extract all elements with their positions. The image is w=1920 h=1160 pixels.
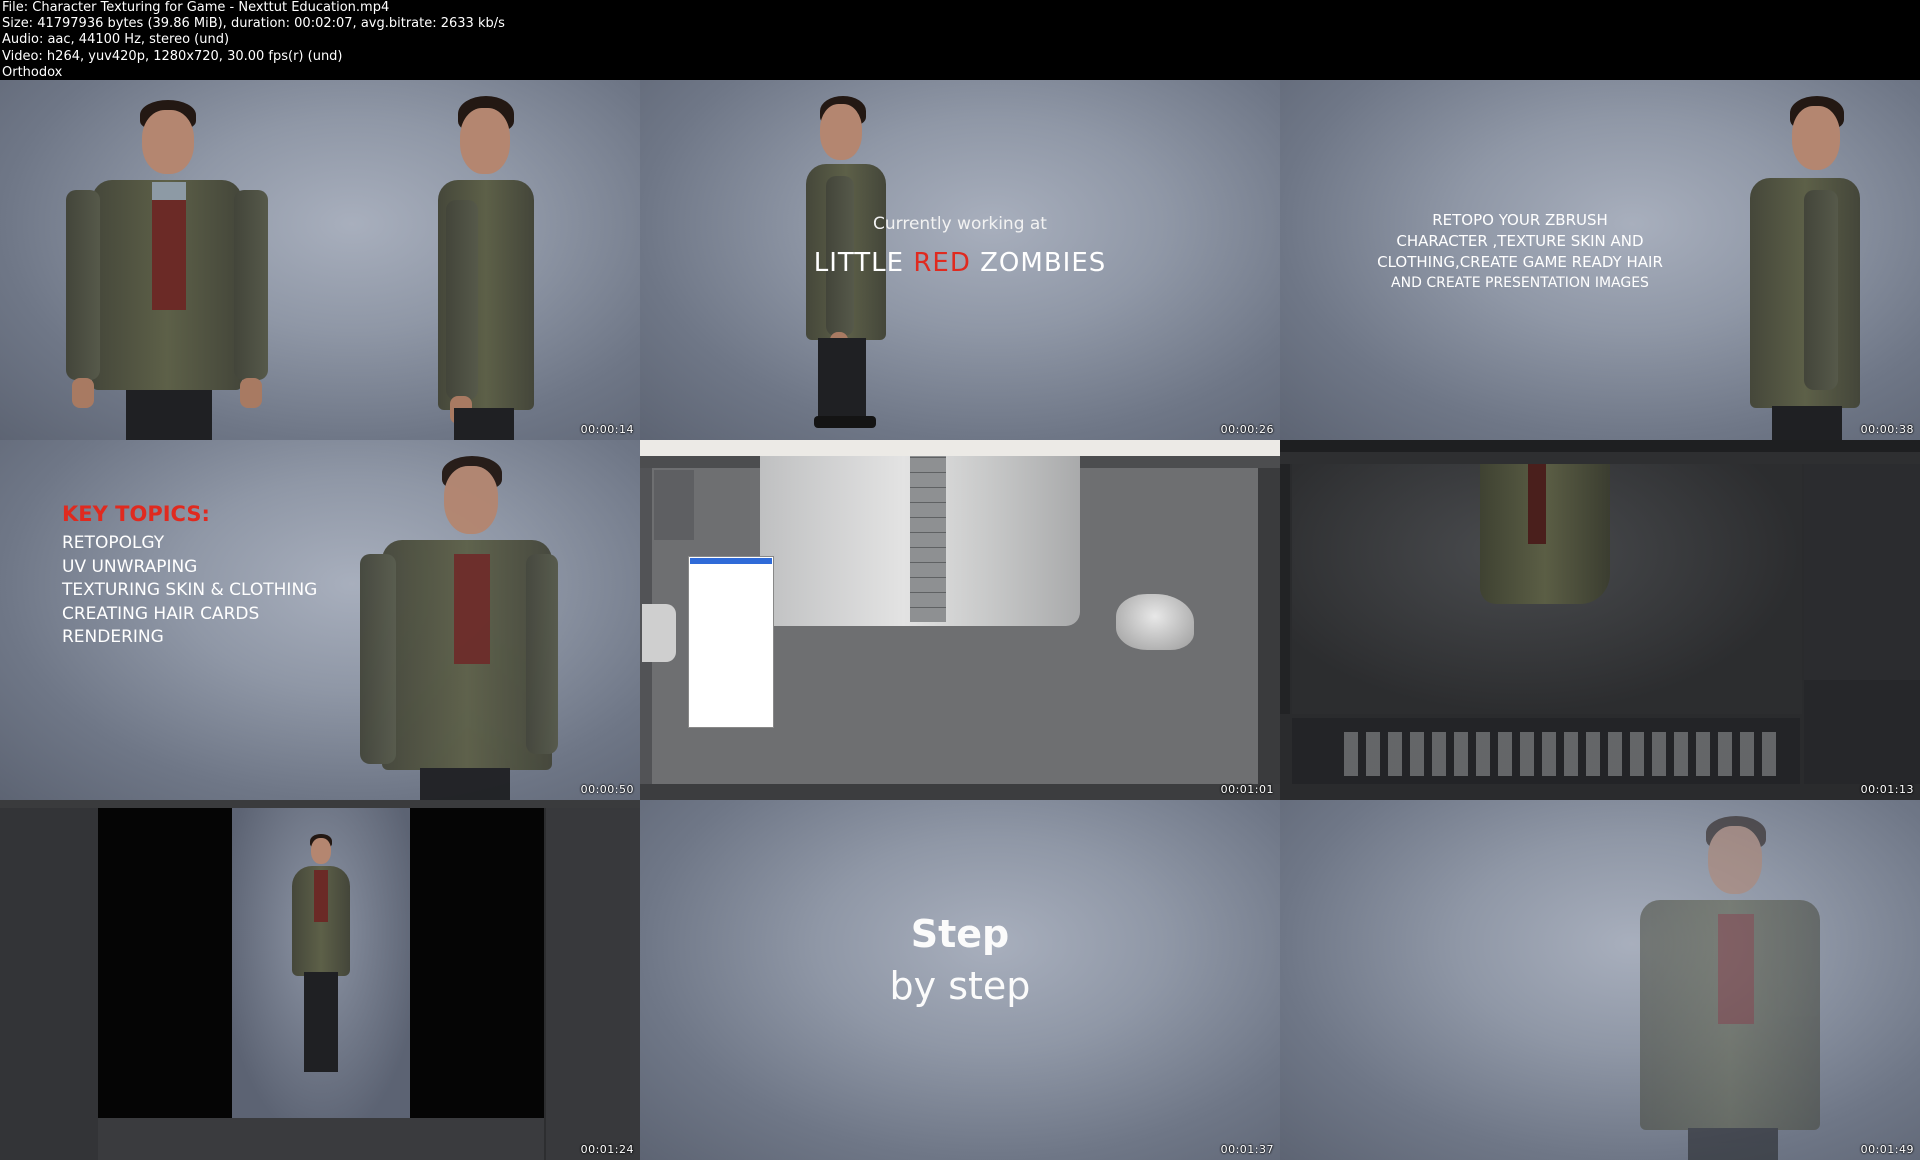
- key-topic-item: CREATING HAIR CARDS: [62, 603, 260, 624]
- timestamp: 00:01:37: [1220, 1143, 1274, 1156]
- group-list-selected-row[interactable]: [690, 558, 772, 564]
- video-line: Video: h264, yuv420p, 1280x720, 30.00 fp…: [2, 48, 343, 64]
- studio-name: LITTLE RED ZOMBIES: [640, 248, 1280, 278]
- timestamp: 00:01:24: [580, 1143, 634, 1156]
- character-three-quarter: [350, 450, 560, 800]
- timestamp: 00:01:49: [1860, 1143, 1914, 1156]
- step-title: Step: [910, 912, 1010, 956]
- file-size-line: Size: 41797936 bytes (39.86 MiB), durati…: [2, 16, 505, 32]
- character-side-right: [420, 90, 550, 440]
- thumbnail-3[interactable]: RETOPO YOUR ZBRUSH CHARACTER ,TEXTURE SK…: [1280, 80, 1920, 440]
- studio-name-part3: ZOMBIES: [970, 248, 1107, 278]
- key-topic-item: UV UNWRAPING: [62, 556, 198, 577]
- app-menubar: [1280, 440, 1920, 452]
- timestamp: 00:00:38: [1860, 423, 1914, 436]
- timestamp: 00:00:50: [580, 783, 634, 796]
- group-list-popup[interactable]: [688, 556, 774, 728]
- key-topics-title: KEY TOPICS:: [62, 502, 210, 526]
- thumbnail-5[interactable]: 00:01:01: [640, 440, 1280, 800]
- intro-subtitle: Currently working at: [873, 214, 1047, 234]
- key-topic-item: RENDERING: [62, 627, 164, 647]
- thumbnail-6[interactable]: 00:01:13: [1280, 440, 1920, 800]
- key-topic-item: TEXTURING SKIN & CLOTHING: [62, 580, 318, 600]
- sweater-mesh: [1528, 464, 1546, 544]
- mesh-viewport-collar: [1116, 594, 1194, 650]
- properties-panel[interactable]: [1804, 680, 1920, 784]
- mesh-viewport-sleeve: [642, 604, 676, 662]
- studio-name-part1: LITTLE: [813, 248, 914, 278]
- timestamp: 00:01:13: [1860, 783, 1914, 796]
- thumbnail-1[interactable]: 00:00:14: [0, 80, 640, 440]
- timestamp: 00:00:14: [580, 423, 634, 436]
- thumbnail-4[interactable]: KEY TOPICS: RETOPOLGY UV UNWRAPING TEXTU…: [0, 440, 640, 800]
- timeline-panel[interactable]: [98, 1118, 544, 1160]
- character-profile: [1700, 90, 1900, 440]
- thumbnail-8[interactable]: Step by step 00:01:37: [640, 800, 1280, 1160]
- key-topics: KEY TOPICS: RETOPOLGY UV UNWRAPING TEXTU…: [62, 502, 317, 650]
- material-panel[interactable]: [546, 808, 640, 1160]
- thumbnail-2[interactable]: Currently working at LITTLE RED ZOMBIES …: [640, 80, 1280, 440]
- app-statusbar: [640, 784, 1280, 800]
- material-thumbnails[interactable]: [1344, 732, 1784, 776]
- tag-line: Orthodox: [2, 64, 63, 80]
- stats-panel: [654, 470, 694, 540]
- timestamp: 00:00:26: [1220, 423, 1274, 436]
- step-subtitle: by step: [889, 964, 1031, 1008]
- scene-outline-panel[interactable]: [0, 808, 98, 1160]
- left-toolbar: [1280, 464, 1290, 714]
- layers-panel[interactable]: [1804, 464, 1920, 714]
- thumbnail-9[interactable]: 00:01:49: [1280, 800, 1920, 1160]
- rendered-character: [280, 830, 360, 1110]
- key-topic-item: RETOPOLGY: [62, 533, 165, 553]
- app-toolbar: [1280, 452, 1920, 464]
- studio-name-red: RED: [913, 248, 971, 278]
- app-menubar: [640, 440, 1280, 456]
- thumbnail-7[interactable]: 00:01:24: [0, 800, 640, 1160]
- retopo-strip: [910, 456, 946, 622]
- character-fade: [1610, 810, 1830, 1160]
- file-info-header: File: Character Texturing for Game - Nex…: [0, 0, 1920, 80]
- file-name-line: File: Character Texturing for Game - Nex…: [2, 0, 390, 15]
- app-menubar: [0, 800, 640, 808]
- thumbnail-grid: 00:00:14 Currently working at LITTLE RED…: [0, 80, 1920, 1160]
- timestamp: 00:01:01: [1220, 783, 1274, 796]
- character-front: [60, 90, 268, 440]
- right-toolbar: [1258, 468, 1280, 784]
- audio-line: Audio: aac, 44100 Hz, stereo (und): [2, 32, 230, 48]
- course-summary: RETOPO YOUR ZBRUSH CHARACTER ,TEXTURE SK…: [1377, 211, 1663, 291]
